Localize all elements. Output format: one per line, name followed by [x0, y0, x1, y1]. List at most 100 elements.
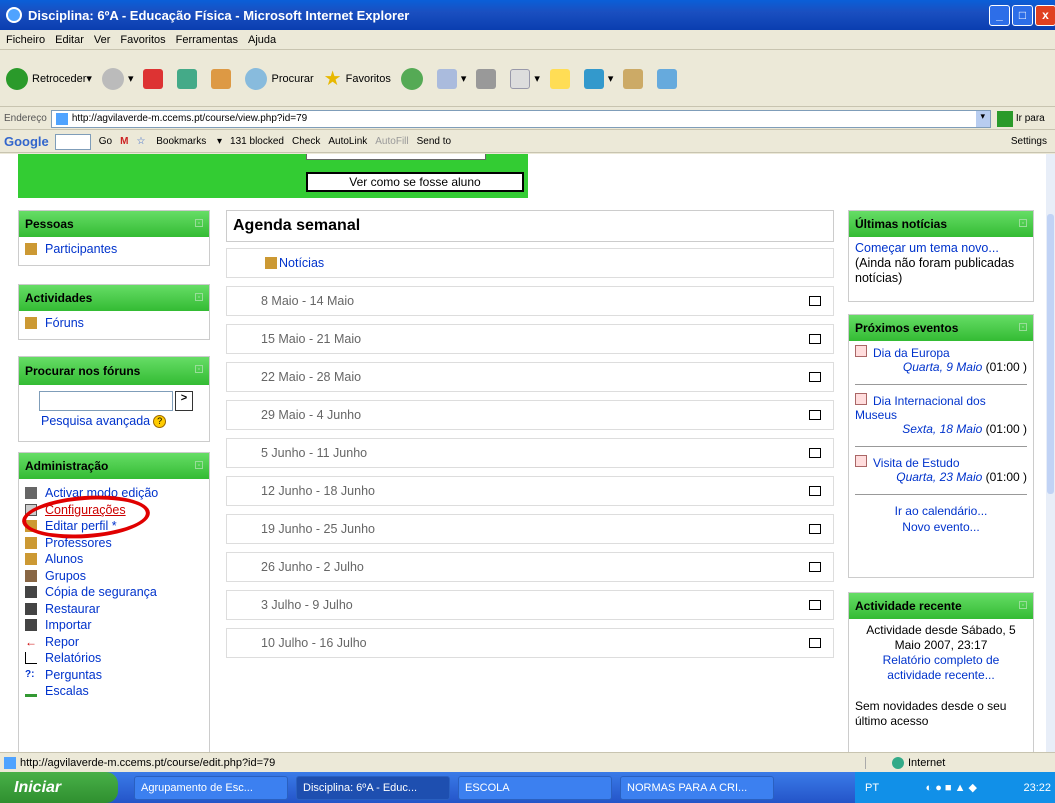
tray-icons[interactable]: ◐ ● ■ ▲ ◆	[926, 781, 978, 794]
history-button[interactable]	[400, 67, 427, 90]
show-week-only-icon[interactable]	[809, 524, 821, 534]
admin-professores[interactable]: Professores	[19, 535, 209, 552]
back-button[interactable]: Retroceder ▾	[6, 67, 92, 90]
popup-blocker[interactable]: 131 blocked	[230, 136, 284, 147]
google-logo[interactable]: Google	[4, 134, 49, 149]
autofill-button[interactable]: AutoFill	[375, 136, 408, 147]
menu-ficheiro[interactable]: Ficheiro	[6, 34, 45, 46]
autolink-button[interactable]: AutoLink	[328, 136, 367, 147]
hide-icon[interactable]: -	[1019, 323, 1027, 331]
participantes-link[interactable]: Participantes	[19, 241, 209, 258]
maximize-button[interactable]: □	[1012, 5, 1033, 26]
settings-button[interactable]: Settings	[1011, 136, 1047, 147]
admin-relatorios[interactable]: Relatórios	[19, 650, 209, 667]
forum-search-input[interactable]	[39, 391, 173, 411]
window-title: Disciplina: 6ºA - Educação Física - Micr…	[28, 7, 410, 23]
print-button[interactable]	[476, 68, 500, 89]
menu-ajuda[interactable]: Ajuda	[248, 34, 276, 46]
show-week-only-icon[interactable]	[809, 296, 821, 306]
scrollbar-thumb[interactable]	[1047, 214, 1054, 494]
go-button[interactable]: Ir para	[996, 110, 1045, 127]
hide-icon[interactable]: -	[1019, 219, 1027, 227]
admin-grupos[interactable]: Grupos	[19, 568, 209, 585]
backup-icon	[25, 586, 37, 599]
noticias-link[interactable]: Notícias	[279, 256, 324, 270]
word-button[interactable]: ▾	[510, 68, 540, 89]
show-week-only-icon[interactable]	[809, 562, 821, 572]
procurar-block: Procurar nos fóruns - > Pesquisa avançada…	[18, 356, 210, 442]
event-item[interactable]: Dia Internacional dos Museus Sexta, 18 M…	[849, 393, 1033, 436]
admin-alunos[interactable]: Alunos	[19, 551, 209, 568]
home-button[interactable]	[211, 68, 235, 89]
hide-icon[interactable]: -	[195, 461, 203, 469]
full-report-link[interactable]: Relatório completo de actividade recente…	[855, 653, 1027, 683]
address-dropdown[interactable]: ▾	[975, 110, 990, 127]
help-icon[interactable]: ?	[153, 414, 167, 428]
hide-icon[interactable]: -	[195, 365, 203, 373]
google-search-input[interactable]	[54, 133, 91, 150]
sendto-button[interactable]: Send to	[417, 136, 451, 147]
event-item[interactable]: Dia da Europa Quarta, 9 Maio (01:00 )	[849, 345, 1033, 374]
calendar-link[interactable]: Ir ao calendário...	[849, 503, 1033, 519]
task-escola[interactable]: ESCOLA	[458, 775, 612, 800]
bookmarks-button[interactable]: ☆ Bookmarks ▾	[136, 136, 222, 147]
language-indicator[interactable]: PT	[865, 782, 879, 794]
admin-restaurar[interactable]: Restaurar	[19, 601, 209, 618]
advanced-search-link[interactable]: Pesquisa avançada ?	[41, 414, 209, 428]
users-button[interactable]	[657, 68, 681, 89]
spellcheck-button[interactable]: Check	[292, 136, 320, 147]
mail-button[interactable]: ▾	[436, 68, 466, 89]
messenger-button[interactable]: ▾	[583, 68, 613, 89]
new-event-link[interactable]: Novo evento...	[849, 519, 1033, 535]
star-icon: ★	[323, 68, 342, 90]
hide-icon[interactable]: -	[195, 293, 203, 301]
menu-ver[interactable]: Ver	[94, 34, 111, 46]
week-label: 12 Junho - 18 Junho	[261, 484, 375, 498]
show-week-only-icon[interactable]	[809, 410, 821, 420]
event-item[interactable]: Visita de Estudo Quarta, 23 Maio (01:00 …	[849, 455, 1033, 484]
research-button[interactable]	[623, 68, 647, 89]
task-agrupamento[interactable]: Agrupamento de Esc...	[134, 775, 288, 800]
favorites-button[interactable]: ★ Favoritos	[324, 66, 391, 91]
close-button[interactable]: x	[1035, 5, 1055, 26]
forum-search-button[interactable]: >	[175, 391, 193, 411]
foruns-link[interactable]: Fóruns	[19, 315, 209, 332]
show-week-only-icon[interactable]	[809, 372, 821, 382]
minimize-button[interactable]: _	[989, 5, 1010, 26]
search-button[interactable]: Procurar	[245, 67, 314, 90]
new-topic-link[interactable]: Começar um tema novo...	[855, 241, 1027, 256]
hide-icon[interactable]: -	[195, 219, 203, 227]
task-disciplina[interactable]: Disciplina: 6ºA - Educ...	[296, 775, 450, 800]
stop-button[interactable]	[143, 68, 167, 89]
show-week-only-icon[interactable]	[809, 486, 821, 496]
admin-copia-seguranca[interactable]: Cópia de segurança	[19, 584, 209, 601]
task-normas[interactable]: NORMAS PARA A CRI...	[620, 775, 774, 800]
window-titlebar: Disciplina: 6ºA - Educação Física - Micr…	[0, 0, 1055, 30]
admin-perguntas[interactable]: ?: Perguntas	[19, 667, 209, 684]
view-as-student-button[interactable]: Ver como se fosse aluno	[306, 172, 524, 192]
forward-button[interactable]: ▾	[101, 67, 133, 90]
edit-mode-top-button[interactable]	[306, 154, 486, 160]
admin-importar[interactable]: Importar	[19, 617, 209, 634]
admin-escalas[interactable]: Escalas	[19, 683, 209, 700]
vertical-scrollbar[interactable]	[1046, 154, 1055, 752]
google-go-button[interactable]: Go	[99, 136, 112, 147]
hide-icon[interactable]: -	[1019, 601, 1027, 609]
show-week-only-icon[interactable]	[809, 448, 821, 458]
show-week-only-icon[interactable]	[809, 600, 821, 610]
show-week-only-icon[interactable]	[809, 334, 821, 344]
week-topic: 19 Junho - 25 Junho	[226, 514, 834, 544]
refresh-button[interactable]	[177, 68, 201, 89]
folder-button[interactable]	[549, 68, 574, 89]
menu-ferramentas[interactable]: Ferramentas	[176, 34, 238, 46]
menu-favoritos[interactable]: Favoritos	[120, 34, 165, 46]
address-input[interactable]: http://agvilaverde-m.ccems.pt/course/vie…	[50, 109, 991, 128]
block-header: Últimas notícias -	[849, 211, 1033, 237]
week-topic: 10 Julho - 16 Julho	[226, 628, 834, 658]
menu-editar[interactable]: Editar	[55, 34, 84, 46]
users-icon	[25, 243, 37, 256]
gmail-icon[interactable]: M	[120, 136, 128, 147]
start-button[interactable]: Iniciar	[0, 772, 118, 803]
show-week-only-icon[interactable]	[809, 638, 821, 648]
admin-repor[interactable]: ← Repor	[19, 634, 209, 651]
